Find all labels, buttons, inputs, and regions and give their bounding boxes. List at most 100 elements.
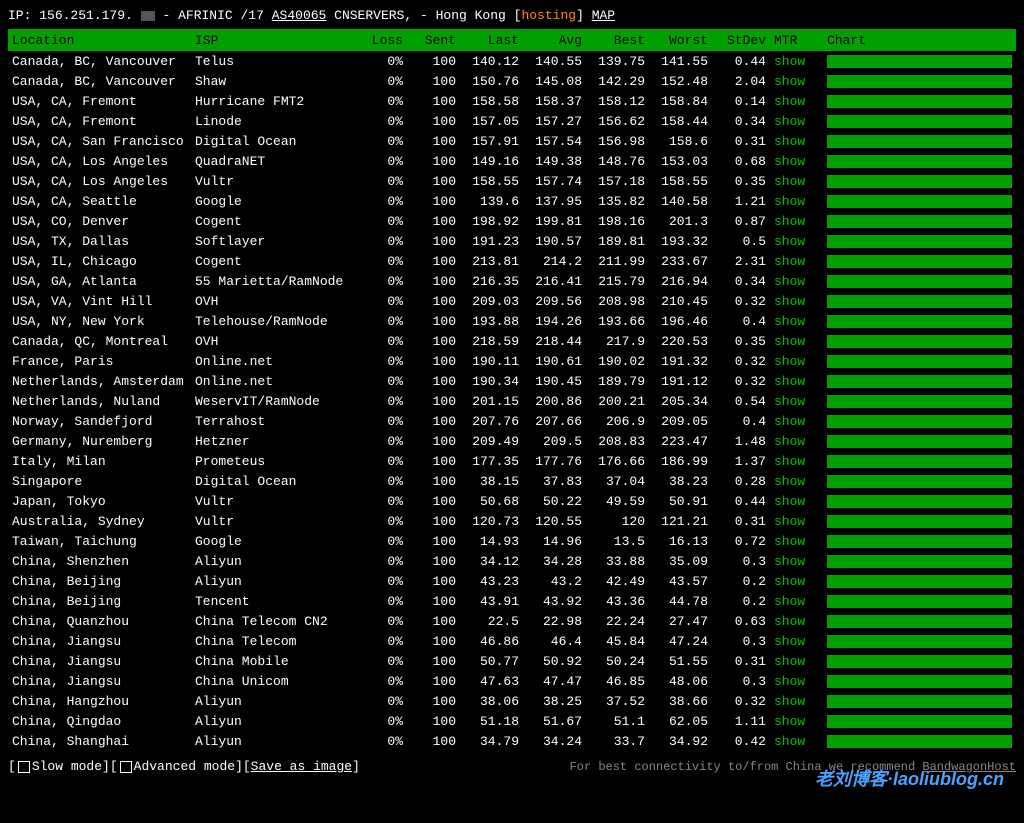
cell-last: 209.03 xyxy=(460,291,523,311)
cell-stdev: 0.44 xyxy=(712,491,770,511)
mtr-show-link[interactable]: show xyxy=(774,574,805,589)
cell-location: USA, NY, New York xyxy=(8,311,191,331)
col-location[interactable]: Location xyxy=(8,29,191,51)
cell-worst: 158.44 xyxy=(649,111,712,131)
cell-sent: 100 xyxy=(407,731,460,751)
mtr-show-link[interactable]: show xyxy=(774,294,805,309)
col-mtr[interactable]: MTR xyxy=(770,29,823,51)
cell-isp: Aliyun xyxy=(191,731,354,751)
mtr-show-link[interactable]: show xyxy=(774,734,805,749)
mtr-show-link[interactable]: show xyxy=(774,134,805,149)
cell-worst: 220.53 xyxy=(649,331,712,351)
cell-last: 46.86 xyxy=(460,631,523,651)
col-sent[interactable]: Sent xyxy=(407,29,460,51)
mtr-show-link[interactable]: show xyxy=(774,214,805,229)
cell-best: 208.98 xyxy=(586,291,649,311)
cell-avg: 37.83 xyxy=(523,471,586,491)
cell-isp: Digital Ocean xyxy=(191,131,354,151)
cell-loss: 0% xyxy=(354,651,407,671)
mtr-show-link[interactable]: show xyxy=(774,154,805,169)
mtr-show-link[interactable]: show xyxy=(774,94,805,109)
cell-last: 209.49 xyxy=(460,431,523,451)
cell-stdev: 0.2 xyxy=(712,571,770,591)
cell-stdev: 0.28 xyxy=(712,471,770,491)
cell-sent: 100 xyxy=(407,191,460,211)
cell-mtr: show xyxy=(770,211,823,231)
cell-best: 43.36 xyxy=(586,591,649,611)
col-isp[interactable]: ISP xyxy=(191,29,354,51)
mtr-show-link[interactable]: show xyxy=(774,694,805,709)
mtr-show-link[interactable]: show xyxy=(774,674,805,689)
mtr-show-link[interactable]: show xyxy=(774,374,805,389)
chart-bar xyxy=(827,555,1012,568)
mtr-show-link[interactable]: show xyxy=(774,514,805,529)
cell-location: China, Qingdao xyxy=(8,711,191,731)
col-chart[interactable]: Chart xyxy=(823,29,1016,51)
table-row: USA, TX, DallasSoftlayer0%100191.23190.5… xyxy=(8,231,1016,251)
mtr-show-link[interactable]: show xyxy=(774,594,805,609)
cell-worst: 38.23 xyxy=(649,471,712,491)
cell-best: 46.85 xyxy=(586,671,649,691)
cell-avg: 50.22 xyxy=(523,491,586,511)
mtr-show-link[interactable]: show xyxy=(774,354,805,369)
col-best[interactable]: Best xyxy=(586,29,649,51)
mtr-show-link[interactable]: show xyxy=(774,474,805,489)
cell-last: 158.55 xyxy=(460,171,523,191)
mtr-show-link[interactable]: show xyxy=(774,714,805,729)
cell-stdev: 0.3 xyxy=(712,631,770,651)
cell-mtr: show xyxy=(770,271,823,291)
col-worst[interactable]: Worst xyxy=(649,29,712,51)
chart-bar xyxy=(827,335,1012,348)
mtr-show-link[interactable]: show xyxy=(774,334,805,349)
mtr-show-link[interactable]: show xyxy=(774,234,805,249)
asn-link[interactable]: AS40065 xyxy=(272,8,327,23)
mtr-show-link[interactable]: show xyxy=(774,194,805,209)
mtr-show-link[interactable]: show xyxy=(774,174,805,189)
cell-loss: 0% xyxy=(354,671,407,691)
cell-last: 158.58 xyxy=(460,91,523,111)
cell-best: 148.76 xyxy=(586,151,649,171)
cell-sent: 100 xyxy=(407,151,460,171)
mtr-show-link[interactable]: show xyxy=(774,534,805,549)
save-as-image-link[interactable]: Save as image xyxy=(251,759,352,774)
col-stdev[interactable]: StDev xyxy=(712,29,770,51)
mtr-show-link[interactable]: show xyxy=(774,254,805,269)
cell-chart xyxy=(823,411,1016,431)
bandwagon-link[interactable]: BandwagonHost xyxy=(922,760,1016,774)
cell-location: Canada, BC, Vancouver xyxy=(8,71,191,91)
map-link[interactable]: MAP xyxy=(592,8,615,23)
slow-mode-label[interactable]: Slow mode xyxy=(32,759,102,774)
col-avg[interactable]: Avg xyxy=(523,29,586,51)
col-loss[interactable]: Loss xyxy=(354,29,407,51)
cell-chart xyxy=(823,351,1016,371)
cell-sent: 100 xyxy=(407,451,460,471)
mtr-show-link[interactable]: show xyxy=(774,74,805,89)
mtr-show-link[interactable]: show xyxy=(774,414,805,429)
cell-stdev: 0.44 xyxy=(712,51,770,71)
mtr-show-link[interactable]: show xyxy=(774,554,805,569)
cell-best: 198.16 xyxy=(586,211,649,231)
mtr-show-link[interactable]: show xyxy=(774,614,805,629)
mtr-show-link[interactable]: show xyxy=(774,494,805,509)
table-row: USA, NY, New YorkTelehouse/RamNode0%1001… xyxy=(8,311,1016,331)
cell-worst: 27.47 xyxy=(649,611,712,631)
mtr-show-link[interactable]: show xyxy=(774,654,805,669)
table-row: USA, CO, DenverCogent0%100198.92199.8119… xyxy=(8,211,1016,231)
table-row: China, JiangsuChina Unicom0%10047.6347.4… xyxy=(8,671,1016,691)
cell-last: 216.35 xyxy=(460,271,523,291)
mtr-show-link[interactable]: show xyxy=(774,54,805,69)
mtr-show-link[interactable]: show xyxy=(774,454,805,469)
cell-location: USA, CA, Fremont xyxy=(8,91,191,111)
col-last[interactable]: Last xyxy=(460,29,523,51)
cell-isp: Cogent xyxy=(191,251,354,271)
mtr-show-link[interactable]: show xyxy=(774,434,805,449)
advanced-mode-checkbox[interactable] xyxy=(120,761,132,773)
mtr-show-link[interactable]: show xyxy=(774,114,805,129)
mtr-show-link[interactable]: show xyxy=(774,634,805,649)
slow-mode-checkbox[interactable] xyxy=(18,761,30,773)
mtr-show-link[interactable]: show xyxy=(774,394,805,409)
mtr-show-link[interactable]: show xyxy=(774,274,805,289)
mtr-show-link[interactable]: show xyxy=(774,314,805,329)
advanced-mode-label[interactable]: Advanced mode xyxy=(134,759,235,774)
cell-mtr: show xyxy=(770,91,823,111)
